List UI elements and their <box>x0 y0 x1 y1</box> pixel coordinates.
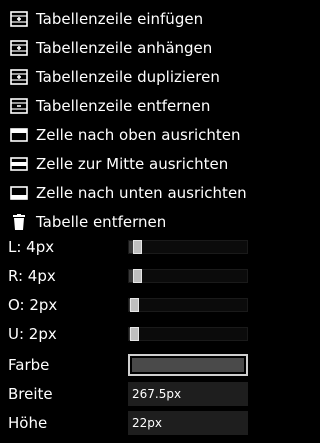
duplicate-row-label: Tabellenzeile duplizieren <box>36 67 220 86</box>
append-row-label: Tabellenzeile anhängen <box>36 38 213 57</box>
padding-right-row: R: 4px <box>0 261 256 290</box>
height-row: Höhe 22px <box>0 408 256 437</box>
align-top-button[interactable]: Zelle nach oben ausrichten <box>0 120 256 149</box>
width-input[interactable]: 267.5px <box>128 381 248 406</box>
padding-left-slider[interactable] <box>128 239 248 254</box>
trash-icon <box>10 213 28 230</box>
duplicate-row-button[interactable]: Tabellenzeile duplizieren <box>0 62 256 91</box>
delete-table-label: Tabelle entfernen <box>36 212 167 231</box>
align-middle-icon <box>10 156 28 172</box>
align-middle-button[interactable]: Zelle zur Mitte ausrichten <box>0 149 256 178</box>
color-label: Farbe <box>8 355 50 374</box>
color-row: Farbe <box>0 350 256 379</box>
color-picker[interactable] <box>128 353 248 376</box>
table-actions-menu: Tabellenzeile einfügen Tabellenzeile anh… <box>0 4 256 236</box>
table-row-append-icon <box>10 39 28 56</box>
slider-thumb[interactable] <box>133 239 142 254</box>
remove-row-label: Tabellenzeile entfernen <box>36 96 211 115</box>
align-bottom-icon <box>10 185 28 201</box>
height-input[interactable]: 22px <box>128 410 248 435</box>
remove-row-button[interactable]: Tabellenzeile entfernen <box>0 91 256 120</box>
padding-right-slider[interactable] <box>128 268 248 283</box>
padding-bottom-row: U: 2px <box>0 319 256 348</box>
slider-thumb[interactable] <box>130 297 139 312</box>
width-row: Breite 267.5px <box>0 379 256 408</box>
table-row-remove-icon <box>10 97 28 114</box>
align-bottom-button[interactable]: Zelle nach unten ausrichten <box>0 178 256 207</box>
table-row-insert-icon <box>10 10 28 27</box>
padding-left-row: L: 4px <box>0 232 256 261</box>
width-label: Breite <box>8 384 53 403</box>
align-top-label: Zelle nach oben ausrichten <box>36 125 241 144</box>
slider-thumb[interactable] <box>130 326 139 341</box>
slider-thumb[interactable] <box>133 268 142 283</box>
color-swatch <box>132 357 244 372</box>
padding-left-label: L: 4px <box>8 237 55 256</box>
padding-top-slider[interactable] <box>128 297 248 312</box>
insert-row-button[interactable]: Tabellenzeile einfügen <box>0 4 256 33</box>
padding-top-label: O: 2px <box>8 295 58 314</box>
table-properties-panel: Tabellenzeile einfügen Tabellenzeile anh… <box>0 0 256 443</box>
padding-right-label: R: 4px <box>8 266 56 285</box>
padding-top-row: O: 2px <box>0 290 256 319</box>
append-row-button[interactable]: Tabellenzeile anhängen <box>0 33 256 62</box>
align-middle-label: Zelle zur Mitte ausrichten <box>36 154 229 173</box>
align-bottom-label: Zelle nach unten ausrichten <box>36 183 247 202</box>
height-label: Höhe <box>8 413 48 432</box>
align-top-icon <box>10 127 28 143</box>
table-row-duplicate-icon <box>10 68 28 85</box>
padding-bottom-label: U: 2px <box>8 324 57 343</box>
padding-bottom-slider[interactable] <box>128 326 248 341</box>
insert-row-label: Tabellenzeile einfügen <box>36 9 204 28</box>
